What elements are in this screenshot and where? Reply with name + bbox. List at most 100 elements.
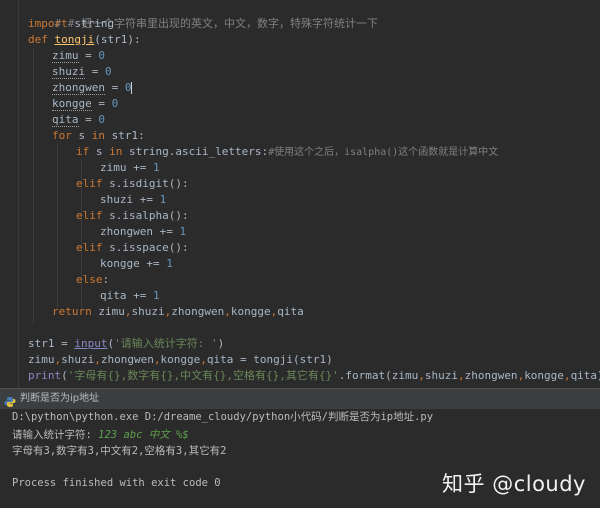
code-text: zhongwen: [100, 353, 154, 366]
run-tool-window-tab[interactable]: 判断是否为ip地址: [0, 388, 600, 410]
keyword: def: [28, 33, 48, 46]
code-line-22: str1 = input('请输入统计字符: '): [28, 336, 224, 352]
string: '请输入统计字符: ': [114, 337, 218, 350]
number: 0: [111, 97, 119, 110]
code-text: str1 =: [28, 337, 75, 350]
code-text: .format(zimu: [338, 369, 419, 382]
code-text: zimu: [28, 353, 55, 366]
code-line-15: zhongwen += 1: [100, 224, 186, 240]
code-line-7: kongge = 0: [52, 96, 118, 112]
code-text: shuzi: [424, 369, 458, 382]
code-text: shuzi: [61, 353, 95, 366]
code-line-13: shuzi += 1: [100, 192, 166, 208]
keyword: in: [91, 129, 105, 142]
variable: zhongwen: [52, 81, 105, 95]
code-line-16: elif s.isspace():: [76, 240, 189, 256]
editor-gutter: [18, 0, 19, 388]
builtin: input: [74, 337, 108, 350]
comment: #使用这个之后，isalpha()这个函数就是计算中文: [268, 147, 499, 158]
code-text: kongge: [160, 353, 201, 366]
number: 1: [152, 289, 160, 302]
code-text: kongge: [524, 369, 564, 382]
indent-guide: [57, 144, 58, 308]
variable: shuzi: [52, 65, 86, 79]
comma: ,: [94, 353, 101, 366]
comma: ,: [418, 369, 425, 382]
code-editor[interactable]: # # 把一个字符串里出现的英文，中文，数字，特殊字符统计一下 import s…: [0, 0, 600, 388]
run-tab-title: 判断是否为ip地址: [20, 393, 100, 404]
code-text: qita +=: [100, 289, 153, 302]
code-line-5: shuzi = 0: [52, 64, 112, 80]
console-exit-line: Process finished with exit code 0: [12, 477, 221, 489]
code-text: ): [217, 337, 225, 350]
code-line-19: qita += 1: [100, 288, 160, 304]
keyword: if: [76, 145, 90, 158]
code-text: (: [61, 369, 68, 382]
code-line-6: zhongwen = 0: [52, 80, 133, 96]
keyword: elif: [76, 177, 103, 190]
code-text: (str1):: [94, 33, 141, 46]
code-text: zimu: [91, 305, 125, 318]
code-text: s: [71, 129, 92, 142]
code-line-9: for s in str1:: [52, 128, 145, 144]
code-text: qita)): [570, 369, 600, 382]
code-text: s: [89, 145, 110, 158]
code-text: qita: [206, 353, 234, 366]
code-text: zhongwen: [464, 369, 518, 382]
variable: qita: [52, 113, 79, 127]
keyword: in: [109, 145, 123, 158]
code-text: zhongwen +=: [100, 225, 180, 238]
keyword: elif: [76, 241, 103, 254]
text-caret: [131, 82, 133, 94]
code-text: kongge +=: [100, 257, 167, 270]
code-line-3: def tongji(str1):: [28, 32, 141, 48]
code-line-17: kongge += 1: [100, 256, 173, 272]
builtin: print: [28, 369, 62, 382]
code-line-12: elif s.isdigit():: [76, 176, 189, 192]
number: 0: [98, 49, 105, 62]
comma: ,: [224, 305, 231, 318]
number: 1: [179, 225, 187, 238]
code-text: shuzi: [131, 305, 165, 318]
keyword: for: [52, 129, 72, 142]
code-line-10: if s in string.ascii_letters:#使用这个之后，isa…: [76, 144, 498, 160]
code-text: string.ascii_letters:: [122, 145, 269, 158]
code-text: =: [78, 113, 99, 126]
console-command-line: D:\python\python.exe D:/dreame_cloudy/py…: [12, 411, 434, 423]
code-text: qita: [277, 305, 304, 318]
code-text: zimu +=: [100, 161, 153, 174]
number: 1: [152, 161, 160, 174]
function-name: tongji: [54, 33, 95, 46]
code-text: str1:: [105, 129, 145, 142]
comma: ,: [457, 369, 465, 382]
code-text: :: [102, 273, 110, 286]
number: 0: [98, 113, 105, 126]
code-line-4: zimu = 0: [52, 48, 105, 64]
keyword: return: [52, 305, 92, 318]
code-line-2: import string: [28, 16, 114, 32]
code-text: s.isalpha():: [102, 209, 189, 222]
watermark: 知乎 @cloudy: [442, 472, 586, 496]
variable: kongge: [52, 97, 92, 111]
console-user-input: 123 abc 中文 %$: [98, 429, 189, 441]
code-text: = tongji(str1): [233, 353, 333, 366]
keyword: import: [28, 17, 68, 30]
console-output-line: 字母有3,数字有3,中文有2,空格有3,其它有2: [12, 445, 227, 457]
number: 1: [159, 193, 167, 206]
number: 1: [166, 257, 173, 270]
code-text: string: [67, 17, 115, 30]
code-text: shuzi +=: [100, 193, 160, 206]
code-text: =: [85, 65, 105, 78]
code-line-14: elif s.isalpha():: [76, 208, 189, 224]
code-line-18: else:: [76, 272, 109, 288]
indent-guide: [33, 48, 34, 324]
string: '字母有{},数字有{},中文有{},空格有{},其它有{}': [67, 369, 339, 382]
comma: ,: [124, 305, 132, 318]
number: 0: [124, 81, 132, 94]
variable: zimu: [52, 49, 79, 63]
code-text: s.isspace():: [102, 241, 189, 254]
code-text: =: [104, 81, 125, 94]
code-line-24: print('字母有{},数字有{},中文有{},空格有{},其它有{}'.fo…: [28, 368, 600, 384]
code-text: zhongwen: [171, 305, 225, 318]
code-line-8: qita = 0: [52, 112, 105, 128]
